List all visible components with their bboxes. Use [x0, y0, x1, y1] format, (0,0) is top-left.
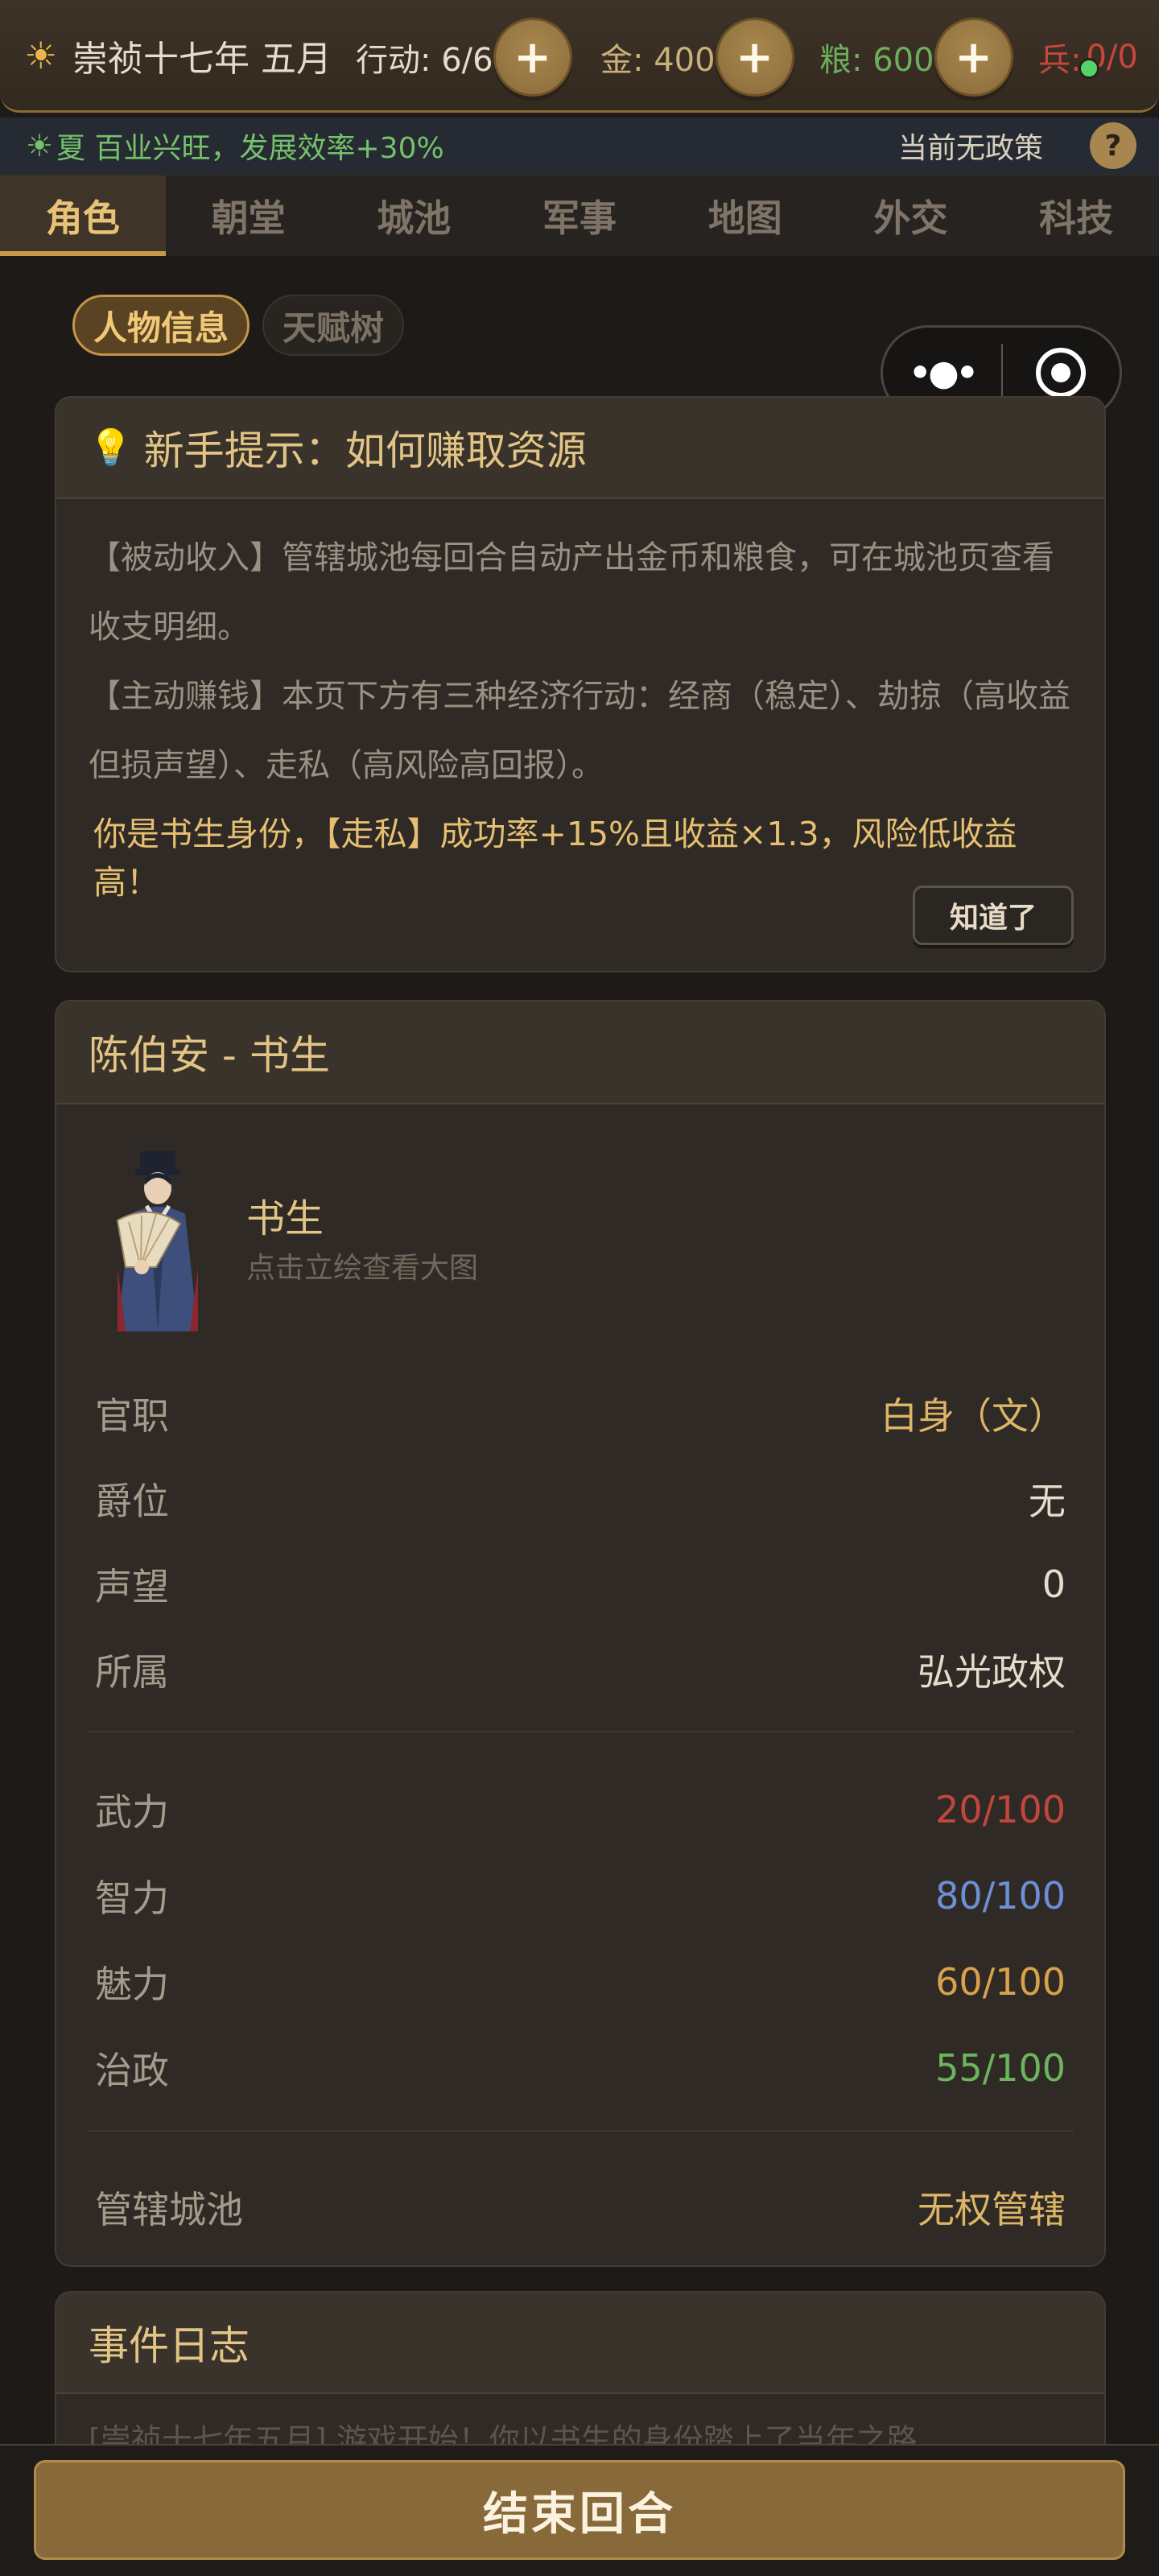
tab-map[interactable]: 地图 — [662, 175, 828, 256]
tab-diplomacy[interactable]: 外交 — [828, 175, 994, 256]
tip-title: 新手提示：如何赚取资源 — [143, 427, 587, 474]
peerage-value: 无 — [1029, 1480, 1066, 1523]
stat-row-governance: 治政 55/100 — [95, 2036, 1066, 2100]
end-turn-button[interactable]: 结束回合 — [34, 2460, 1125, 2560]
tip-active-income: 【主动赚钱】本页下方有三种经济行动：经商（稳定）、劫掠（高收益但损声望）、走私（… — [89, 678, 1070, 784]
reputation-value: 0 — [1041, 1563, 1066, 1606]
force-label: 武力 — [95, 1790, 169, 1834]
main-tabs: 角色 朝堂 城池 军事 地图 外交 科技 — [0, 175, 1159, 256]
office-value: 白身（文） — [881, 1394, 1066, 1438]
city-value: 无权管辖 — [918, 2188, 1066, 2231]
section-divider — [87, 1731, 1074, 1732]
peerage-label: 爵位 — [95, 1480, 169, 1523]
faction-label: 所属 — [95, 1650, 169, 1694]
tab-court[interactable]: 朝堂 — [166, 175, 332, 256]
character-header: 陈伯安 - 书生 — [56, 1001, 1104, 1104]
character-title: 陈伯安 - 书生 — [89, 1032, 330, 1079]
governance-value: 55/100 — [935, 2046, 1066, 2090]
office-label: 官职 — [95, 1394, 169, 1438]
info-row-office: 官职 白身（文） — [95, 1381, 1066, 1446]
bottom-bar: 结束回合 — [0, 2444, 1159, 2576]
faction-value: 弘光政权 — [918, 1650, 1066, 1694]
event-log-title: 事件日志 — [89, 2322, 250, 2369]
status-dot-icon — [1079, 58, 1099, 79]
governance-label: 治政 — [95, 2049, 169, 2092]
policy-status: 当前无政策 — [897, 132, 1043, 165]
character-portrait[interactable] — [93, 1146, 222, 1340]
season-bar: ☀ 夏 百业兴旺，发展效率+30% 当前无政策 ? — [0, 118, 1159, 175]
info-row-faction: 所属 弘光政权 — [95, 1637, 1066, 1702]
soldier-label: 兵: — [1038, 42, 1082, 79]
game-date: 崇祯十七年 五月 — [72, 38, 332, 80]
subtab-talent-tree[interactable]: 天赋树 — [262, 295, 404, 356]
action-points: 行动: 6/6 + — [356, 18, 572, 97]
intellect-value: 80/100 — [935, 1874, 1066, 1918]
add-action-button[interactable]: + — [493, 18, 572, 97]
charm-label: 魅力 — [95, 1963, 169, 2006]
season-effect: 夏 百业兴旺，发展效率+30% — [56, 132, 444, 165]
stat-row-charm: 魅力 60/100 — [95, 1950, 1066, 2014]
city-label: 管辖城池 — [95, 2188, 243, 2231]
character-role: 书生 — [246, 1196, 324, 1241]
add-gold-button[interactable]: + — [715, 18, 794, 97]
charm-value: 60/100 — [935, 1960, 1066, 2004]
character-card: 陈伯安 - 书生 书生 点击立绘查看大图 官职 白身（文） 爵位 无 声望 0 … — [55, 1000, 1106, 2267]
add-food-button[interactable]: + — [934, 18, 1013, 97]
reputation-label: 声望 — [95, 1565, 169, 1608]
stat-row-intellect: 智力 80/100 — [95, 1864, 1066, 1928]
sun-icon: ☀ — [26, 128, 54, 163]
tip-passive-income: 【被动收入】管辖城池每回合自动产出金币和粮食，可在城池页查看收支明细。 — [89, 539, 1054, 646]
lightbulb-icon: 💡 — [89, 427, 133, 469]
tip-header: 💡 新手提示：如何赚取资源 — [56, 398, 1104, 499]
food-label: 粮: 600 — [819, 42, 934, 79]
section-divider — [87, 2130, 1074, 2132]
more-icon[interactable]: •●• — [883, 353, 1001, 394]
tab-city[interactable]: 城池 — [331, 175, 497, 256]
info-row-city: 管辖城池 无权管辖 — [95, 2175, 1066, 2240]
soldier-resource: 兵: 0/0 — [1038, 18, 1138, 97]
food-resource: 粮: 600 + — [819, 18, 1013, 97]
gold-resource: 金: 400 + — [600, 18, 794, 97]
portrait-hint: 点击立绘查看大图 — [246, 1252, 479, 1285]
tab-character[interactable]: 角色 — [0, 175, 166, 256]
newbie-tip-card: 💡 新手提示：如何赚取资源 【被动收入】管辖城池每回合自动产出金币和粮食，可在城… — [55, 396, 1106, 972]
info-row-title: 爵位 无 — [95, 1467, 1066, 1531]
tab-military[interactable]: 军事 — [497, 175, 662, 256]
close-miniprogram-button[interactable] — [1003, 348, 1120, 398]
tab-technology[interactable]: 科技 — [993, 175, 1159, 256]
action-points-label: 行动: 6/6 — [356, 42, 493, 79]
target-icon — [1036, 348, 1087, 398]
stat-row-force: 武力 20/100 — [95, 1777, 1066, 1842]
sun-icon: ☀ — [24, 33, 58, 77]
got-it-button[interactable]: 知道了 — [913, 886, 1074, 945]
subtab-character-info[interactable]: 人物信息 — [72, 295, 250, 356]
event-log-header: 事件日志 — [56, 2293, 1104, 2394]
intellect-label: 智力 — [95, 1876, 169, 1920]
info-row-reputation: 声望 0 — [95, 1552, 1066, 1616]
help-icon[interactable]: ? — [1090, 122, 1136, 169]
force-value: 20/100 — [935, 1788, 1066, 1831]
gold-label: 金: 400 — [600, 42, 716, 79]
